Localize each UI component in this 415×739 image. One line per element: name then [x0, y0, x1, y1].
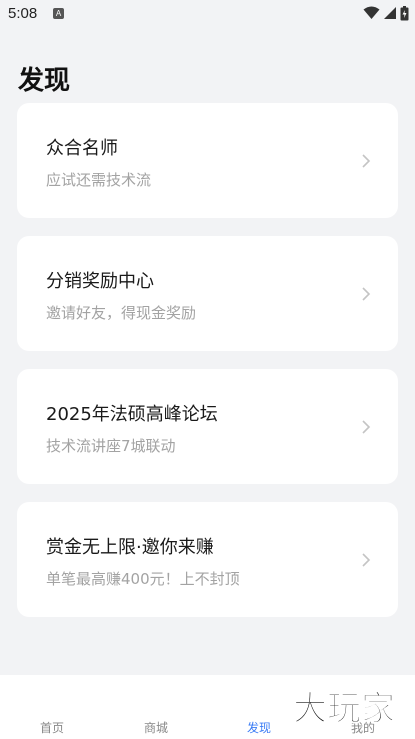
chevron-right-icon [362, 420, 371, 434]
status-icons [363, 5, 409, 21]
card-subtitle: 邀请好友，得现金奖励 [46, 304, 197, 322]
wifi-icon [363, 6, 380, 19]
card-bounty-invite[interactable]: 赏金无上限·邀你来赚 单笔最高赚400元！上不封顶 [17, 502, 398, 617]
chevron-right-icon [362, 553, 371, 567]
status-bar: 5:08 A [0, 0, 415, 28]
discover-card-list: 众合名师 应试还需技术流 分销奖励中心 邀请好友，得现金奖励 2025年法硕高峰… [17, 103, 398, 635]
card-subtitle: 应试还需技术流 [46, 171, 152, 189]
tab-mall[interactable]: 商城 [126, 719, 186, 736]
card-title: 2025年法硕高峰论坛 [46, 404, 218, 425]
card-title: 赏金无上限·邀你来赚 [46, 537, 214, 558]
status-time: 5:08 [8, 5, 38, 22]
watermark-text: 大玩家 [293, 689, 395, 728]
card-distribution-rewards[interactable]: 分销奖励中心 邀请好友，得现金奖励 [17, 236, 398, 351]
watermark-logo: 大玩家 [293, 689, 396, 729]
chevron-right-icon [362, 154, 371, 168]
tab-discover[interactable]: 发现 [229, 719, 289, 736]
signal-icon [384, 7, 396, 19]
tab-home[interactable]: 首页 [22, 719, 82, 736]
battery-icon [400, 5, 409, 20]
card-title: 分销奖励中心 [46, 271, 154, 292]
card-subtitle: 单笔最高赚400元！上不封顶 [46, 570, 240, 588]
card-summit-forum[interactable]: 2025年法硕高峰论坛 技术流讲座7城联动 [17, 369, 398, 484]
chevron-right-icon [362, 287, 371, 301]
page-title: 发现 [18, 66, 71, 96]
card-title: 众合名师 [46, 138, 118, 159]
card-subtitle: 技术流讲座7城联动 [46, 437, 176, 455]
notification-icon: A [53, 8, 64, 19]
card-zhonghe-teachers[interactable]: 众合名师 应试还需技术流 [17, 103, 398, 218]
